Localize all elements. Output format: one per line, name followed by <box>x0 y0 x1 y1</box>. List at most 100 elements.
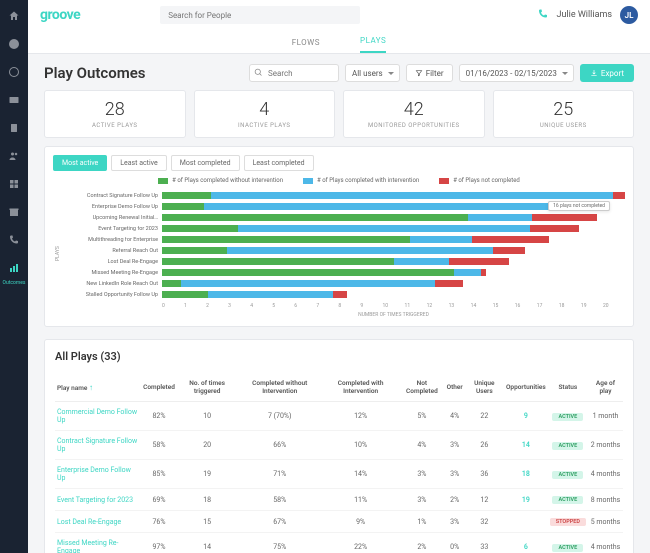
bar-segment <box>227 247 493 254</box>
th-status[interactable]: Status <box>548 373 588 402</box>
bar-segment <box>493 247 525 254</box>
bar-row: Referral Reach Out <box>63 245 625 256</box>
left-nav: Outcomes <box>0 0 28 553</box>
bar-segment <box>410 236 473 243</box>
th-play[interactable]: Play name ↑ <box>55 373 141 402</box>
stat-card: 28ACTIVE PLAYS <box>44 90 186 138</box>
bar-segment <box>162 247 227 254</box>
chart-tab[interactable]: Least completed <box>244 155 314 171</box>
nav-archive-icon[interactable] <box>6 204 22 220</box>
bar-track: 16 plays not completed <box>162 214 625 221</box>
bar-label: Stalled Opportunity Follow Up <box>63 292 158 298</box>
bar-segment <box>211 192 614 199</box>
chart-tooltip: 16 plays not completed <box>548 201 610 211</box>
stats-row: 28ACTIVE PLAYS4INACTIVE PLAYS42MONITORED… <box>44 90 634 138</box>
chart-body: Contract Signature Follow Up Enterprise D… <box>63 190 625 318</box>
bar-row: Lost Deal Re-Engage <box>63 256 625 267</box>
bar-row: Enterprise Demo Follow Up <box>63 201 625 212</box>
export-button[interactable]: Export <box>580 64 634 82</box>
top-tabs: FLOWS PLAYS <box>28 30 650 54</box>
bar-label: Event Targeting for 2023 <box>63 226 158 232</box>
status-badge: ACTIVE <box>552 496 583 504</box>
nav-phone-icon[interactable] <box>6 232 22 248</box>
opportunity-link[interactable]: 6 <box>524 543 528 551</box>
bar-track <box>162 280 625 287</box>
bar-segment <box>530 225 579 232</box>
users-filter-dropdown[interactable]: All users <box>345 64 400 82</box>
filter-button[interactable]: Filter <box>406 64 453 82</box>
nav-grid-icon[interactable] <box>6 176 22 192</box>
bar-segment <box>204 203 593 210</box>
chart-tabs: Most activeLeast active Most completedLea… <box>53 155 625 171</box>
legend-swatch-blue <box>303 178 313 184</box>
bar-label: Contract Signature Follow Up <box>63 193 158 199</box>
stat-label: INACTIVE PLAYS <box>203 122 327 129</box>
chart-tab[interactable]: Most completed <box>171 155 240 171</box>
phone-icon[interactable] <box>537 8 549 23</box>
th-completed[interactable]: Completed <box>141 373 177 402</box>
table-row: Commercial Demo Follow Up 82% 10 7 (70%)… <box>55 402 623 431</box>
opportunity-link[interactable]: 14 <box>522 441 530 449</box>
plays-table: Play name ↑ Completed No. of times trigg… <box>55 373 623 553</box>
tab-plays[interactable]: PLAYS <box>360 30 386 53</box>
legend-green-label: # of Plays completed without interventio… <box>172 177 283 184</box>
play-link[interactable]: Lost Deal Re-Engage <box>57 518 121 526</box>
bar-segment <box>162 203 204 210</box>
legend-swatch-red <box>439 178 449 184</box>
bar-segment <box>162 258 394 265</box>
th-opps[interactable]: Opportunities <box>504 373 548 402</box>
th-notc[interactable]: Not Completed <box>399 373 444 402</box>
bar-track <box>162 247 625 254</box>
avatar[interactable]: JL <box>620 6 638 24</box>
bar-segment <box>181 280 436 287</box>
play-link[interactable]: Commercial Demo Follow Up <box>57 408 137 424</box>
bar-row: New LinkedIn Role Reach Out <box>63 278 625 289</box>
status-badge: ACTIVE <box>552 471 583 479</box>
sort-arrow-icon: ↑ <box>89 383 93 392</box>
nav-compass-icon[interactable] <box>6 64 22 80</box>
th-age[interactable]: Age of play <box>588 373 623 402</box>
bar-segment <box>613 192 625 199</box>
opportunity-link[interactable]: 19 <box>522 496 530 504</box>
bar-segment <box>454 269 482 276</box>
bar-segment <box>472 236 548 243</box>
play-link[interactable]: Contract Signature Follow Up <box>57 437 137 453</box>
status-badge: STOPPED <box>550 518 586 526</box>
play-link[interactable]: Missed Meeting Re-Engage <box>57 539 118 553</box>
nav-mail-icon[interactable] <box>6 92 22 108</box>
table-card: All Plays (33) Play name ↑ Completed No.… <box>44 339 634 553</box>
bar-track <box>162 291 625 298</box>
chart-tab[interactable]: Least active <box>111 155 166 171</box>
bar-segment <box>532 214 597 221</box>
status-badge: ACTIVE <box>552 442 583 450</box>
bar-segment <box>468 214 533 221</box>
bar-track <box>162 225 625 232</box>
bar-row: Missed Meeting Re-Engage <box>63 267 625 278</box>
chart-tab[interactable]: Most active <box>53 155 107 171</box>
search-people-input[interactable] <box>160 6 360 24</box>
nav-outcomes-icon[interactable] <box>6 260 22 276</box>
play-link[interactable]: Enterprise Demo Follow Up <box>57 466 131 482</box>
nav-home-icon[interactable] <box>6 8 22 24</box>
bar-segment <box>162 225 238 232</box>
tab-flows[interactable]: FLOWS <box>292 32 320 53</box>
th-triggered[interactable]: No. of times triggered <box>177 373 238 402</box>
th-other[interactable]: Other <box>445 373 465 402</box>
play-link[interactable]: Event Targeting for 2023 <box>57 496 133 504</box>
date-range-picker[interactable]: 01/16/2023 - 02/15/2023 <box>459 64 574 82</box>
nav-doc-icon[interactable] <box>6 120 22 136</box>
chart-ylabel: PLAYS <box>53 190 63 318</box>
stat-value: 4 <box>203 99 327 120</box>
bar-segment <box>162 291 208 298</box>
th-cwoi[interactable]: Completed without Intervention <box>237 373 322 402</box>
opportunity-link[interactable]: 9 <box>524 412 528 420</box>
table-title: All Plays (33) <box>55 350 623 363</box>
th-cwi[interactable]: Completed with Intervention <box>322 373 399 402</box>
opportunity-link[interactable]: 18 <box>522 470 530 478</box>
table-row: Event Targeting for 2023 69% 18 58% 11% … <box>55 489 623 511</box>
bar-track <box>162 236 625 243</box>
chart-xlabel: NUMBER OF TIMES TRIGGERED <box>63 312 625 318</box>
nav-play-icon[interactable] <box>6 36 22 52</box>
th-unique[interactable]: Unique Users <box>465 373 504 402</box>
nav-people-icon[interactable] <box>6 148 22 164</box>
